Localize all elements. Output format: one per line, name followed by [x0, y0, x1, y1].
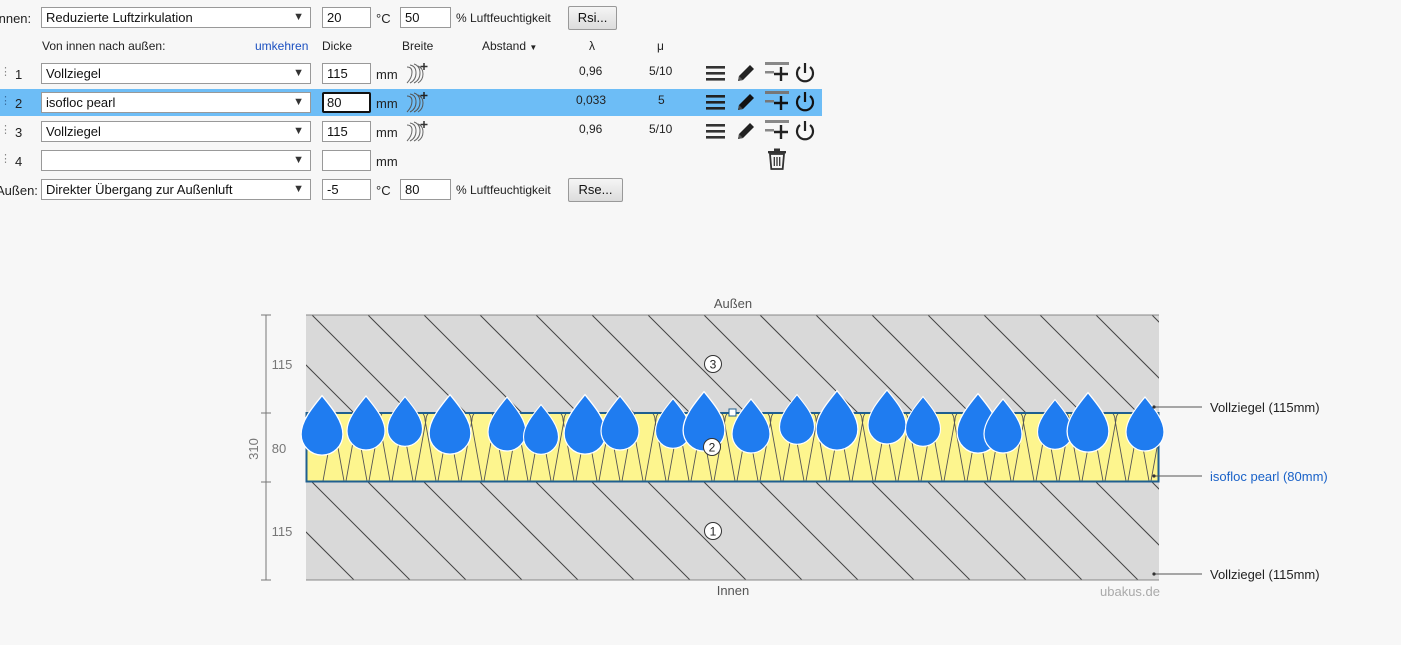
- inside-diagram-label: Innen: [717, 583, 750, 598]
- layer-marker-label: 2: [709, 441, 716, 455]
- hatch-line: [1264, 315, 1362, 413]
- total-thickness-label: 310: [246, 438, 261, 460]
- hatch-line: [1151, 315, 1159, 323]
- brick-layer-bottom[interactable]: [306, 482, 1159, 580]
- dim-label: 115: [272, 357, 293, 372]
- callout-label[interactable]: Vollziegel (115mm): [1210, 567, 1320, 582]
- layer-marker-label: 3: [710, 358, 717, 372]
- layer-marker-2: 2: [703, 438, 721, 456]
- layer-marker-3: 3: [704, 355, 722, 373]
- layer-marker-1: 1: [704, 522, 722, 540]
- hatch-line: [1208, 482, 1306, 580]
- hatch-line: [1264, 482, 1362, 580]
- hatch-line: [1151, 482, 1159, 490]
- hatch-line: [1208, 315, 1306, 413]
- brick-layer-top[interactable]: [306, 315, 1159, 413]
- watermark: ubakus.de: [1100, 584, 1160, 599]
- callout-label[interactable]: isofloc pearl (80mm): [1210, 469, 1328, 484]
- callout-label[interactable]: Vollziegel (115mm): [1210, 400, 1320, 415]
- outside-diagram-label: Außen: [714, 296, 752, 311]
- layer-marker-label: 1: [710, 525, 717, 539]
- wall-diagram: 3 2 1 Außen Innen ubakus.de 115 80 115 3…: [246, 296, 1362, 599]
- layer-resize-handle[interactable]: [728, 408, 737, 417]
- dim-label: 80: [272, 441, 286, 456]
- dim-label: 115: [272, 524, 293, 539]
- dimension-lines: [261, 314, 271, 581]
